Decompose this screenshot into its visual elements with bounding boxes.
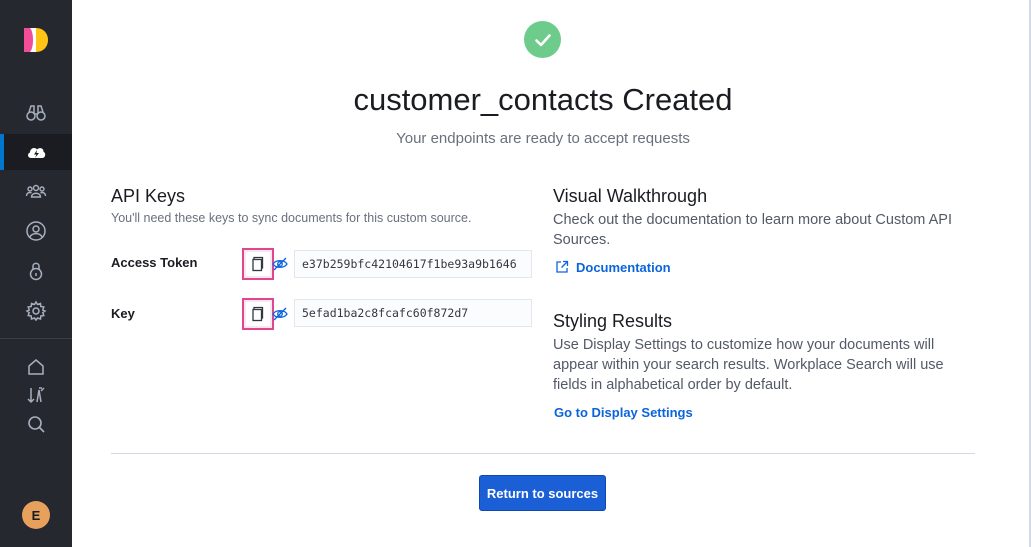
sidebar: E — [0, 0, 72, 547]
binoculars-icon — [26, 105, 46, 121]
home-icon — [28, 359, 44, 375]
walkthrough-text: Check out the documentation to learn mor… — [553, 212, 952, 248]
sidebar-item-overview[interactable] — [0, 95, 72, 131]
copy-icon — [252, 306, 264, 322]
gear-icon — [25, 300, 47, 322]
access-token-field[interactable]: e37b259bfc42104617f1be93a9b1646 — [294, 250, 532, 278]
sort-arrows-icon — [27, 387, 45, 404]
copy-access-token-button[interactable] — [242, 248, 274, 280]
api-keys-heading: API Keys — [111, 186, 186, 206]
toggle-visibility-icon[interactable] — [272, 256, 288, 272]
return-to-sources-button[interactable]: Return to sources — [479, 475, 606, 511]
user-circle-icon — [26, 221, 46, 241]
sidebar-divider — [0, 338, 72, 339]
toggle-visibility-icon[interactable] — [272, 306, 288, 322]
sidebar-item-search[interactable] — [0, 406, 72, 442]
external-link-icon — [556, 260, 569, 273]
styling-heading: Styling Results — [553, 311, 673, 331]
app-logo-icon[interactable] — [22, 26, 50, 54]
sidebar-item-sources[interactable] — [0, 134, 72, 170]
cloud-lightning-icon — [28, 147, 46, 158]
users-group-icon — [25, 184, 47, 198]
sidebar-item-users[interactable] — [0, 213, 72, 249]
copy-icon — [252, 256, 264, 272]
display-settings-link[interactable]: Go to Display Settings — [554, 405, 693, 420]
api-keys-description: You'll need these keys to sync documents… — [111, 211, 472, 225]
key-field[interactable]: 5efad1ba2c8fcafc60f872d7 — [294, 299, 532, 327]
page-title: customer_contacts Created — [353, 82, 733, 117]
search-icon — [28, 416, 45, 433]
sidebar-item-security[interactable] — [0, 253, 72, 289]
user-avatar[interactable]: E — [22, 501, 50, 529]
documentation-link[interactable]: Documentation — [576, 260, 671, 275]
access-token-label: Access Token — [111, 255, 198, 270]
sidebar-item-groups[interactable] — [0, 173, 72, 209]
page-subtitle: Your endpoints are ready to accept reque… — [396, 130, 690, 147]
success-check-icon — [524, 21, 561, 58]
copy-key-button[interactable] — [242, 298, 274, 330]
key-label: Key — [111, 306, 135, 321]
lock-icon — [29, 262, 43, 281]
sidebar-item-settings[interactable] — [0, 293, 72, 329]
walkthrough-heading: Visual Walkthrough — [553, 186, 708, 206]
styling-text: Use Display Settings to customize how yo… — [553, 337, 944, 393]
divider — [111, 453, 975, 454]
